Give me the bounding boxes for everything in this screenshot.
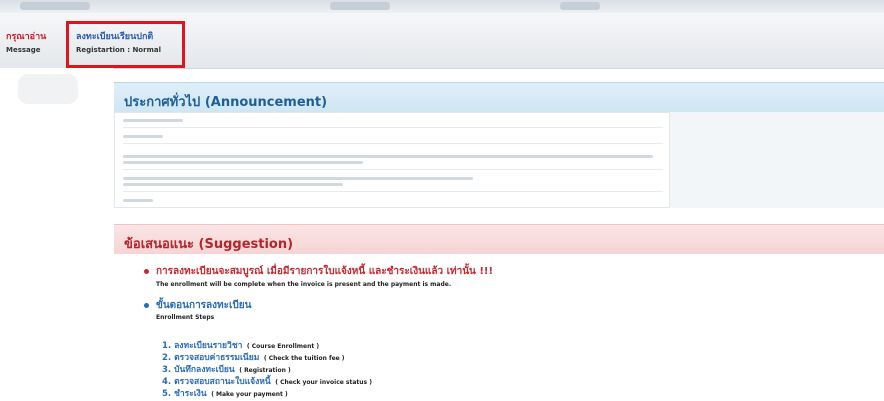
step-label-en: ( Check the tuition fee ) <box>263 355 345 362</box>
divider <box>123 191 663 192</box>
blurred-text-line <box>123 155 653 158</box>
suggestion-title: ข้อเสนอแนะ (Suggestion) <box>124 237 294 252</box>
divider <box>123 127 663 128</box>
nav-message-label-th: กรุณาอ่าน <box>6 32 47 42</box>
announcement-body <box>114 112 670 208</box>
step-label-en: ( Course Enrollment ) <box>246 343 320 350</box>
bullet-icon <box>144 303 149 308</box>
blurred-left-element <box>18 74 78 104</box>
enrollment-note-th: การลงทะเบียนจะสมบูรณ์ เมื่อมีรายการใบแจ้… <box>156 266 494 277</box>
left-pane <box>0 68 114 401</box>
steps-title-en: Enrollment Steps <box>156 314 215 321</box>
blurred-text-line <box>123 183 343 186</box>
step-label-en: ( Make your payment ) <box>211 391 288 398</box>
blurred-text-line <box>123 119 183 122</box>
step-label-en: ( Registration ) <box>239 367 291 374</box>
step-make-payment[interactable]: 5. ชำระเงิน ( Make your payment ) <box>162 386 288 400</box>
highlight-box <box>66 21 185 68</box>
blurred-text-line <box>123 135 163 138</box>
enrollment-note-en: The enrollment will be complete when the… <box>156 281 452 288</box>
announcement-header: ประกาศทั่วไป (Announcement) <box>114 82 884 112</box>
browser-top-strip <box>0 0 884 13</box>
divider <box>123 169 663 170</box>
steps-title-th: ขั้นตอนการลงทะเบียน <box>156 300 252 311</box>
announcement-side-area <box>670 112 884 208</box>
bullet-icon <box>144 269 149 274</box>
blurred-top-element <box>20 2 90 10</box>
announcement-title: ประกาศทั่วไป (Announcement) <box>124 95 328 110</box>
divider <box>123 143 663 144</box>
nav-item-message[interactable]: กรุณาอ่าน Message <box>6 29 46 54</box>
suggestion-header: ข้อเสนอแนะ (Suggestion) <box>114 224 884 254</box>
blurred-text-line <box>123 177 473 180</box>
step-label-th: 5. ชำระเงิน <box>162 389 207 399</box>
blurred-top-element <box>560 2 600 10</box>
blurred-top-element <box>330 2 390 10</box>
suggestion-body: การลงทะเบียนจะสมบูรณ์ เมื่อมีรายการใบแจ้… <box>114 254 884 401</box>
nav-message-label-en: Message <box>6 46 41 54</box>
step-label-en: ( Check your invoice status ) <box>275 379 372 386</box>
blurred-text-line <box>123 161 363 164</box>
blurred-text-line <box>123 199 153 202</box>
